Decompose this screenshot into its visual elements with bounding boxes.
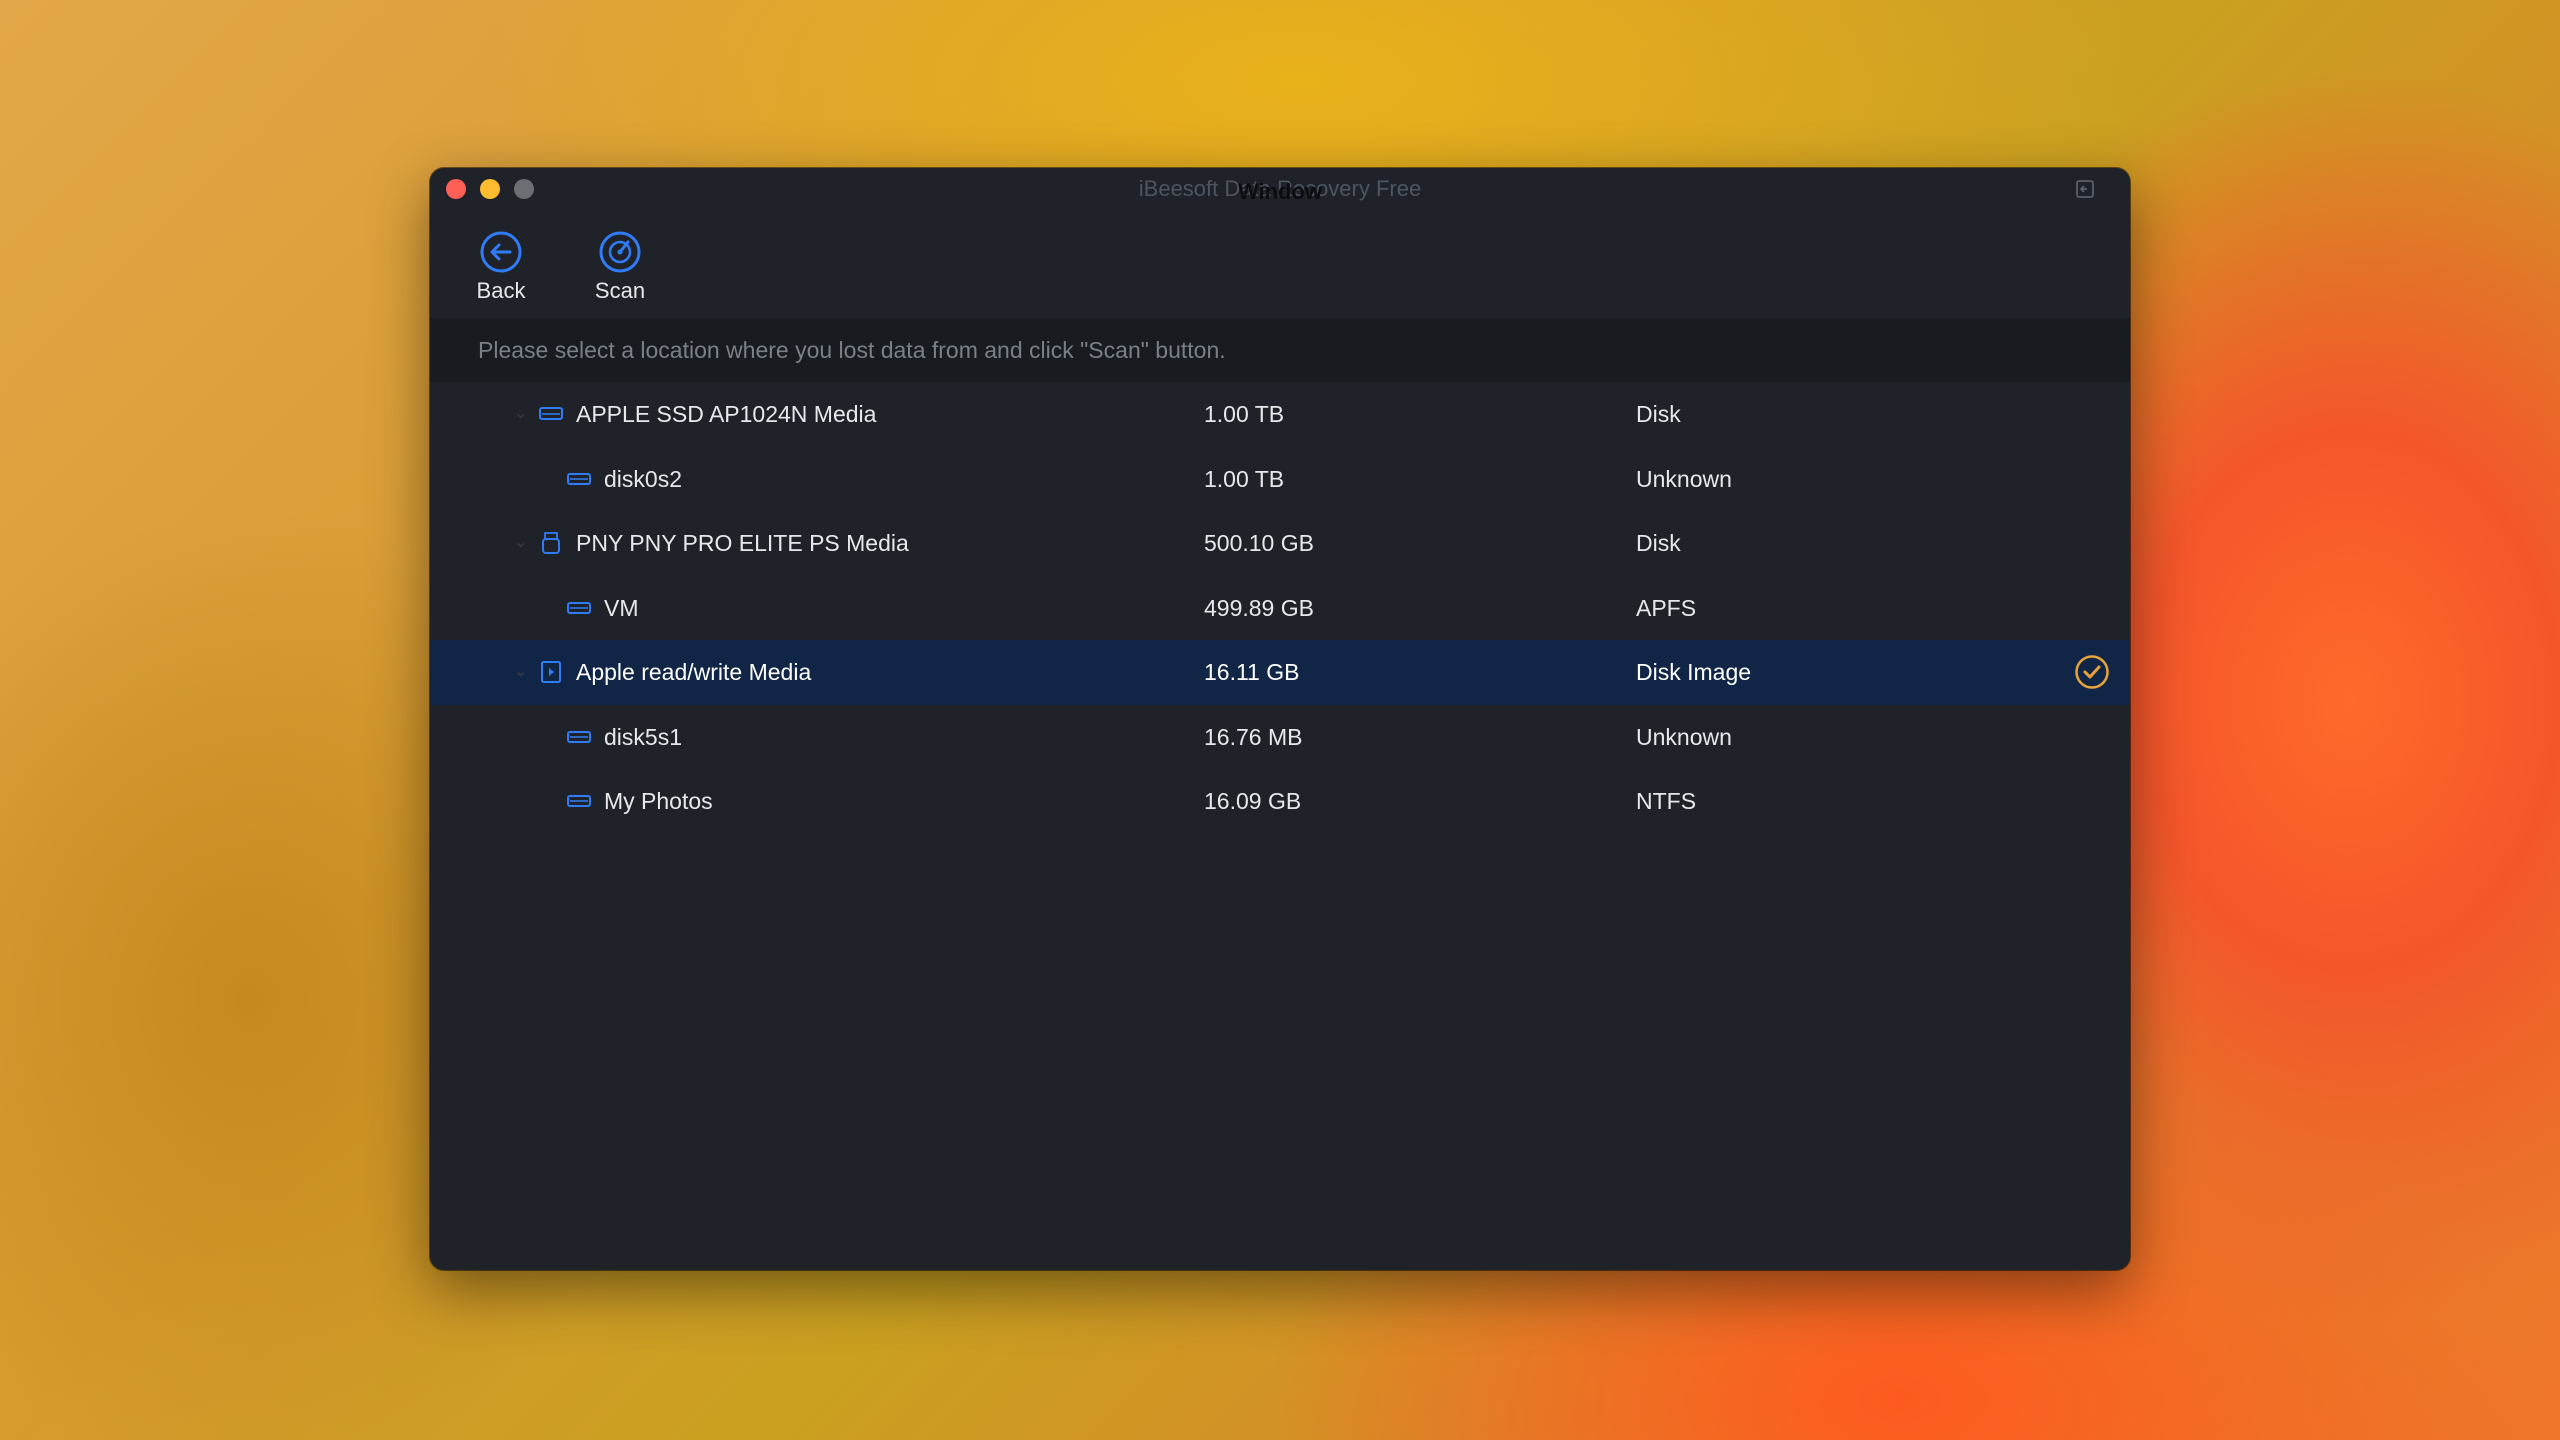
check-circle-icon [2075, 655, 2109, 689]
back-button[interactable]: Back [456, 230, 546, 304]
location-type: NTFS [1636, 788, 1697, 814]
location-name: APPLE SSD AP1024N Media [576, 401, 877, 427]
location-type: Unknown [1636, 723, 1732, 750]
location-type: Disk [1636, 530, 1681, 556]
usb-drive-icon [542, 532, 560, 554]
location-size: 16.11 GB [1204, 659, 1300, 685]
location-row[interactable]: ⌄ Apple read/write Media 16.11 GB Disk Imag… [430, 640, 2130, 705]
location-name: My Photos [604, 788, 713, 814]
location-size: 16.76 MB [1204, 723, 1303, 750]
back-arrow-icon [480, 231, 522, 273]
location-name: VM [604, 594, 639, 621]
partition-icon [567, 472, 591, 485]
app-window: iBeesoft Data Recovery Free Window Back … [430, 168, 2130, 1270]
location-name: Apple read/write Media [576, 659, 812, 685]
location-row[interactable]: My Photos 16.09 GB NTFS [430, 769, 2130, 834]
location-name: disk5s1 [604, 723, 682, 750]
location-row[interactable]: disk0s2 1.00 TB Unknown [430, 447, 2130, 512]
disk-image-icon [541, 661, 561, 683]
location-size: 499.89 GB [1204, 594, 1314, 621]
location-row[interactable]: disk5s1 16.76 MB Unknown [430, 705, 2130, 770]
location-size: 500.10 GB [1204, 530, 1314, 556]
location-name: PNY PNY PRO ELITE PS Media [576, 530, 909, 556]
scan-button[interactable]: Scan [575, 230, 665, 304]
location-list: ⌄ APPLE SSD AP1024N Media 1.00 TB Disk disk0… [430, 382, 2130, 834]
chevron-down-icon[interactable]: ⌄ [514, 640, 527, 705]
scan-label: Scan [594, 278, 646, 303]
instruction-text: Please select a location where you lost … [430, 318, 2130, 382]
window-overlay-label: Window [1237, 179, 1323, 204]
location-size: 1.00 TB [1204, 401, 1285, 427]
location-size: 16.09 GB [1204, 788, 1302, 814]
location-type: Disk [1636, 401, 1681, 427]
partition-icon [567, 730, 591, 743]
back-label: Back [476, 278, 526, 303]
chevron-down-icon[interactable]: ⌄ [514, 382, 527, 447]
location-type: Unknown [1636, 465, 1732, 492]
location-row[interactable]: ⌄ APPLE SSD AP1024N Media 1.00 TB Disk [430, 382, 2130, 447]
radar-scan-icon [599, 231, 641, 273]
location-type: Disk Image [1636, 659, 1752, 685]
location-row[interactable]: VM 499.89 GB APFS [430, 576, 2130, 641]
location-size: 1.00 TB [1204, 465, 1285, 492]
location-name: disk0s2 [604, 465, 682, 492]
title-bar: iBeesoft Data Recovery Free Window [430, 168, 2130, 208]
location-row[interactable]: ⌄ PNY PNY PRO ELITE PS Media 500.10 GB Disk [430, 511, 2130, 576]
partition-icon [567, 601, 591, 614]
hard-drive-icon [539, 407, 563, 420]
restore-icon[interactable] [2074, 178, 2096, 200]
location-type: APFS [1636, 594, 1697, 621]
toolbar: Back Scan [430, 208, 2130, 318]
partition-icon [567, 795, 591, 807]
chevron-down-icon[interactable]: ⌄ [514, 511, 527, 576]
